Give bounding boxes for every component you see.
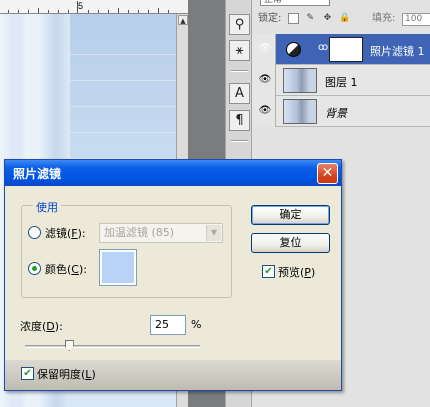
ruler-tick (28, 10, 29, 13)
fill-input[interactable]: 100 (402, 13, 430, 26)
density-slider-track[interactable] (25, 345, 200, 348)
lock-transparency-icon[interactable] (287, 12, 299, 24)
ruler-tick (148, 10, 149, 13)
layer-thumbnail (283, 99, 317, 124)
layer-mask-thumbnail[interactable] (329, 37, 363, 62)
ruler-tick (8, 10, 9, 13)
lock-label: 锁定: (258, 13, 282, 24)
ruler-tick (158, 8, 159, 13)
ruler-tick (77, 1, 78, 13)
pattern-stamp-icon[interactable]: ⚹ (229, 40, 250, 61)
reset-button[interactable]: 复位 (251, 233, 330, 253)
density-label: 浓度(D): (20, 320, 63, 333)
close-icon[interactable]: ✕ (317, 163, 338, 184)
ruler-tick (88, 10, 89, 13)
ruler-tick (168, 10, 169, 13)
lock-row: 锁定: ✎ ✥ 🔒 填充: 100 (252, 8, 430, 30)
ruler-tick (68, 10, 69, 13)
preserve-luminosity-checkbox[interactable]: ✔ (21, 367, 34, 380)
preserve-luminosity-label[interactable]: 保留明度(L) (37, 366, 96, 382)
color-radio[interactable] (28, 262, 41, 275)
filter-radio[interactable] (28, 226, 41, 239)
visibility-eye-icon[interactable]: 👁 (258, 74, 272, 86)
ruler-tick (108, 10, 109, 13)
ruler-mark: 5 (78, 1, 84, 11)
ruler-tick (18, 10, 19, 13)
type-tool-icon[interactable]: A (229, 83, 250, 104)
ruler-tick (98, 10, 99, 13)
dialog-title: 照片滤镜 (13, 167, 62, 181)
density-unit: % (191, 318, 202, 331)
lock-move-icon[interactable]: ✥ (322, 13, 333, 24)
layer-name[interactable]: 照片滤镜 1 (370, 43, 425, 59)
density-input[interactable]: 25 (150, 315, 186, 335)
blend-mode-select[interactable]: 正常 (260, 0, 330, 6)
preview-label[interactable]: 预览(P) (278, 264, 315, 280)
adjustment-layer-icon (286, 42, 301, 57)
layer-name[interactable]: 图层 1 (325, 74, 358, 90)
preview-checkbox[interactable]: ✔ (262, 265, 275, 278)
layer-row-background[interactable]: 👁 背景 (252, 96, 430, 127)
horizontal-ruler: 5 (0, 0, 188, 14)
visibility-eye-icon[interactable]: 👁 (258, 43, 272, 55)
lock-all-icon[interactable]: 🔒 (339, 13, 350, 24)
photo-filter-dialog: 照片滤镜 ✕ 使用 滤镜(F): 加温滤镜 (85) ▼ 颜色(C): 确定 复… (4, 159, 342, 391)
tool-separator (231, 140, 248, 142)
paragraph-icon[interactable]: ¶ (229, 110, 250, 131)
color-radio-label[interactable]: 颜色(C): (45, 261, 87, 277)
filter-select-value: 加温滤镜 (85) (104, 226, 175, 239)
ruler-tick (128, 10, 129, 13)
ruler-tick (58, 10, 59, 13)
ruler-tick (138, 10, 139, 13)
layer-name[interactable]: 背景 (325, 105, 347, 121)
color-swatch[interactable] (99, 249, 137, 286)
density-slider-thumb[interactable] (64, 340, 74, 351)
tool-separator (231, 70, 248, 72)
visibility-eye-icon[interactable]: 👁 (258, 105, 272, 117)
ruler-tick (38, 8, 39, 13)
use-group-label: 使用 (33, 199, 61, 215)
layer-row-layer1[interactable]: 👁 图层 1 (252, 65, 430, 96)
ruler-tick (48, 10, 49, 13)
fill-label: 填充: (372, 13, 396, 24)
ruler-tick (118, 8, 119, 13)
mask-link-icon[interactable]: ꝏ (318, 42, 328, 53)
layer-thumbnail (283, 68, 317, 93)
lock-paint-icon[interactable]: ✎ (305, 13, 316, 24)
layer-row-photo-filter[interactable]: 👁 ꝏ 照片滤镜 1 (252, 34, 430, 65)
filter-radio-label[interactable]: 滤镜(F): (45, 225, 86, 241)
dialog-titlebar[interactable]: 照片滤镜 ✕ (5, 160, 341, 186)
clone-stamp-icon[interactable]: ⚲ (229, 14, 250, 35)
scroll-up-arrow-icon[interactable]: ▲ (178, 15, 188, 25)
chevron-down-icon: ▼ (206, 225, 221, 241)
filter-select: 加温滤镜 (85) ▼ (99, 223, 223, 243)
ok-button[interactable]: 确定 (251, 205, 330, 225)
